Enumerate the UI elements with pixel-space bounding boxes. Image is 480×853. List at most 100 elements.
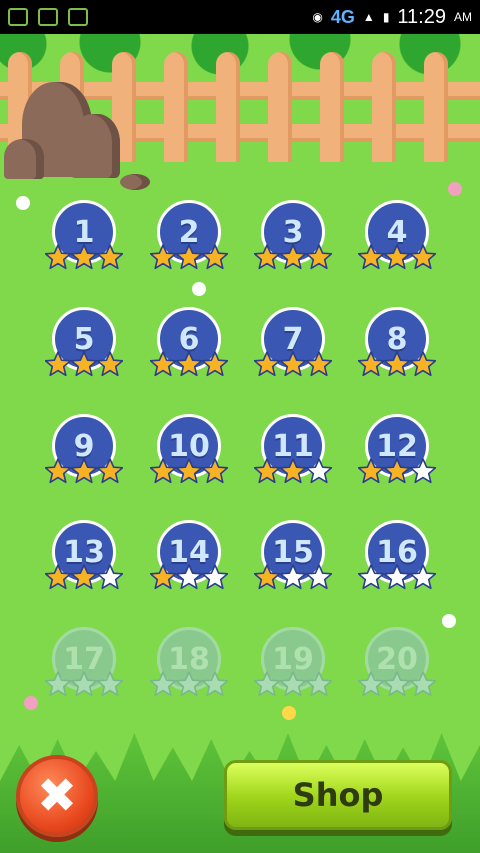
fence-post	[424, 52, 448, 162]
flower-decoration	[24, 696, 38, 710]
level-button-3[interactable]: 3	[253, 200, 333, 284]
star-filled-icon	[176, 351, 202, 377]
level-stars	[357, 351, 437, 379]
level-button-10[interactable]: 10	[149, 414, 229, 498]
level-button-19: 19	[253, 627, 333, 711]
star-empty-icon	[384, 564, 410, 590]
level-button-15[interactable]: 15	[253, 520, 333, 604]
level-stars	[149, 351, 229, 379]
star-empty-icon	[410, 458, 436, 484]
star-filled-icon	[97, 351, 123, 377]
star-empty-icon	[358, 671, 384, 697]
star-empty-icon	[384, 671, 410, 697]
star-empty-icon	[202, 671, 228, 697]
star-filled-icon	[71, 351, 97, 377]
level-button-5[interactable]: 5	[44, 307, 124, 391]
star-empty-icon	[410, 671, 436, 697]
star-empty-icon	[410, 564, 436, 590]
level-button-1[interactable]: 1	[44, 200, 124, 284]
rock	[70, 114, 120, 178]
star-filled-icon	[202, 351, 228, 377]
star-empty-icon	[358, 564, 384, 590]
star-empty-icon	[176, 564, 202, 590]
shop-button-label: Shop	[292, 776, 384, 814]
star-filled-icon	[202, 244, 228, 270]
star-empty-icon	[71, 671, 97, 697]
level-stars	[357, 564, 437, 592]
level-stars	[253, 564, 333, 592]
close-x-icon: ✖	[36, 768, 78, 824]
star-filled-icon	[97, 458, 123, 484]
star-filled-icon	[71, 244, 97, 270]
level-button-4[interactable]: 4	[357, 200, 437, 284]
rock	[4, 139, 44, 179]
level-button-7[interactable]: 7	[253, 307, 333, 391]
level-button-16[interactable]: 16	[357, 520, 437, 604]
level-stars	[44, 671, 124, 699]
signal-icon: ▲	[362, 10, 375, 24]
level-stars	[253, 671, 333, 699]
star-filled-icon	[176, 244, 202, 270]
star-filled-icon	[306, 351, 332, 377]
pebble	[120, 174, 150, 190]
level-button-12[interactable]: 12	[357, 414, 437, 498]
level-stars	[357, 244, 437, 272]
star-filled-icon	[150, 458, 176, 484]
star-empty-icon	[254, 671, 280, 697]
level-stars	[357, 671, 437, 699]
star-empty-icon	[150, 671, 176, 697]
star-filled-icon	[280, 458, 306, 484]
star-filled-icon	[45, 244, 71, 270]
level-stars	[357, 458, 437, 486]
status-bar-right: ◉ 4G ▲ ▮ 11:29 AM	[312, 6, 472, 29]
level-button-11[interactable]: 11	[253, 414, 333, 498]
star-filled-icon	[150, 244, 176, 270]
fence-post	[216, 52, 240, 162]
wifi-icon: ◉	[312, 10, 323, 24]
star-filled-icon	[384, 351, 410, 377]
star-filled-icon	[280, 351, 306, 377]
star-filled-icon	[254, 458, 280, 484]
star-empty-icon	[280, 671, 306, 697]
star-filled-icon	[358, 458, 384, 484]
star-filled-icon	[45, 351, 71, 377]
level-button-2[interactable]: 2	[149, 200, 229, 284]
network-type: 4G	[330, 6, 355, 27]
star-filled-icon	[202, 458, 228, 484]
star-filled-icon	[254, 564, 280, 590]
status-bar: ◉ 4G ▲ ▮ 11:29 AM	[0, 0, 480, 34]
level-button-8[interactable]: 8	[357, 307, 437, 391]
star-filled-icon	[254, 351, 280, 377]
level-stars	[149, 244, 229, 272]
level-stars	[44, 564, 124, 592]
flower-decoration	[448, 182, 462, 196]
level-stars	[149, 671, 229, 699]
star-filled-icon	[280, 244, 306, 270]
star-filled-icon	[45, 458, 71, 484]
clock-time: 11:29	[397, 5, 446, 28]
star-filled-icon	[176, 458, 202, 484]
level-button-6[interactable]: 6	[149, 307, 229, 391]
star-filled-icon	[71, 564, 97, 590]
app-notification-icon	[8, 8, 28, 26]
level-stars	[253, 351, 333, 379]
level-button-18: 18	[149, 627, 229, 711]
level-stars	[149, 564, 229, 592]
shop-button[interactable]: Shop	[224, 760, 452, 830]
fence-post	[320, 52, 344, 162]
level-button-13[interactable]: 13	[44, 520, 124, 604]
star-empty-icon	[97, 564, 123, 590]
level-stars	[44, 244, 124, 272]
level-button-14[interactable]: 14	[149, 520, 229, 604]
star-filled-icon	[410, 244, 436, 270]
battery-icon: ▮	[382, 10, 390, 24]
star-filled-icon	[45, 564, 71, 590]
star-empty-icon	[176, 671, 202, 697]
close-button[interactable]: ✖	[16, 755, 98, 837]
level-stars	[44, 351, 124, 379]
image-notification-icon	[38, 8, 58, 26]
star-empty-icon	[45, 671, 71, 697]
star-empty-icon	[306, 564, 332, 590]
level-stars	[253, 458, 333, 486]
level-button-9[interactable]: 9	[44, 414, 124, 498]
